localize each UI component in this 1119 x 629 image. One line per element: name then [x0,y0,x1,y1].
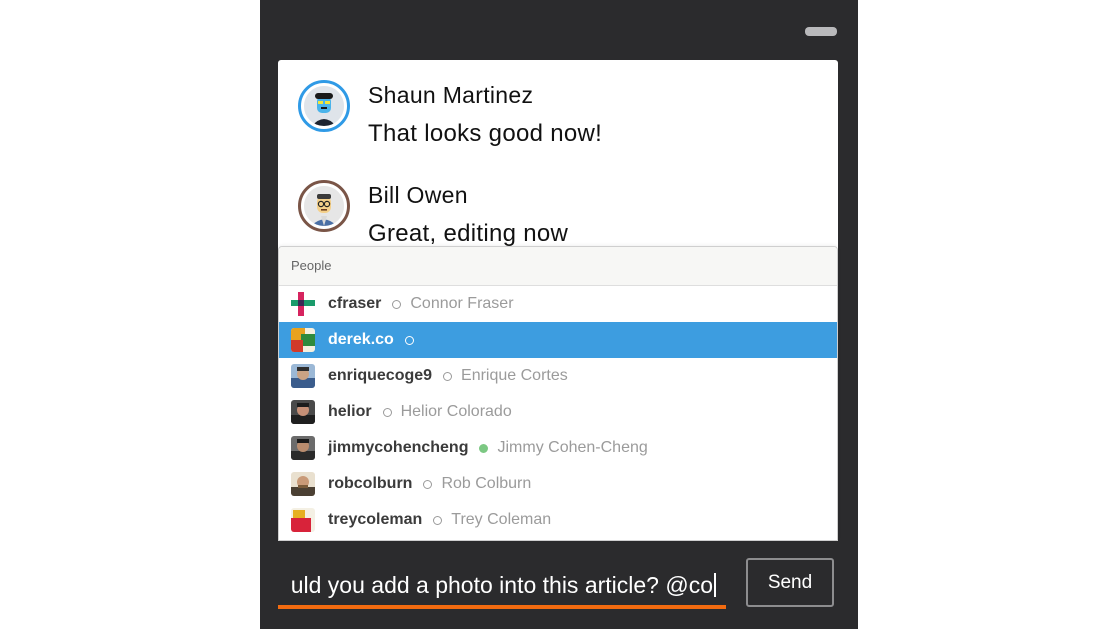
username: cfraser [328,295,382,312]
message-input-value: uld you add a photo into this article? @… [290,572,713,598]
message-input-text: uld you add a photo into this article? @… [291,572,716,599]
username: helior [328,403,372,420]
full-name: Enrique Cortes [461,367,568,384]
username: derek.co [328,331,394,348]
avatar-bill-owen-icon [304,186,344,226]
presence-away-icon [382,407,392,417]
presence-online-icon [479,443,489,453]
list-item[interactable]: enriquecoge9 Enrique Cortes [279,358,837,394]
list-item[interactable]: cfraser Connor Fraser [279,286,837,322]
username: jimmycohencheng [328,439,469,456]
message-text: Great, editing now [368,220,569,247]
avatar-derek-co-icon [291,328,315,352]
avatar-cfraser-icon [291,292,315,316]
input-underline [278,605,726,609]
full-name: Helior Colorado [400,403,512,420]
list-item[interactable]: robcolburn Rob Colburn [279,466,837,502]
presence-away-icon [423,479,433,489]
popup-header: People [279,247,837,286]
full-name: Jimmy Cohen-Cheng [497,439,648,456]
message-author[interactable]: Shaun Martinez [368,82,533,109]
presence-away-icon [433,515,443,525]
message-author[interactable]: Bill Owen [368,182,468,209]
avatar[interactable] [298,80,350,132]
avatar-treycoleman-icon [291,508,315,532]
list-item[interactable]: derek.co [279,322,837,358]
presence-away-icon [404,335,414,345]
username: treycoleman [328,511,423,528]
full-name: Trey Coleman [451,511,552,528]
avatar-helior-icon [291,400,315,424]
presence-away-icon [392,299,402,309]
avatar[interactable] [298,180,350,232]
avatar-shaun-martinez-icon [304,86,344,126]
chat-window: Shaun Martinez That looks good now! Bill… [260,0,858,629]
mention-autocomplete: People cfraser Connor Fraser derek.co en… [278,246,838,541]
message-input[interactable]: uld you add a photo into this article? @… [278,560,726,610]
message-text: That looks good now! [368,120,603,147]
list-item[interactable]: jimmycohencheng Jimmy Cohen-Cheng [279,430,837,466]
list-item[interactable]: treycoleman Trey Coleman [279,502,837,538]
full-name: Connor Fraser [410,295,514,312]
avatar-enriquecoge9-icon [291,364,315,388]
username: robcolburn [328,475,413,492]
username: enriquecoge9 [328,367,433,384]
minimize-icon[interactable] [805,27,837,36]
send-button[interactable]: Send [746,558,834,607]
presence-away-icon [443,371,453,381]
text-caret [714,573,716,597]
full-name: Rob Colburn [441,475,532,492]
message-item: Shaun Martinez That looks good now! [278,78,838,168]
list-item[interactable]: helior Helior Colorado [279,394,837,430]
avatar-jimmycohencheng-icon [291,436,315,460]
avatar-robcolburn-icon [291,472,315,496]
